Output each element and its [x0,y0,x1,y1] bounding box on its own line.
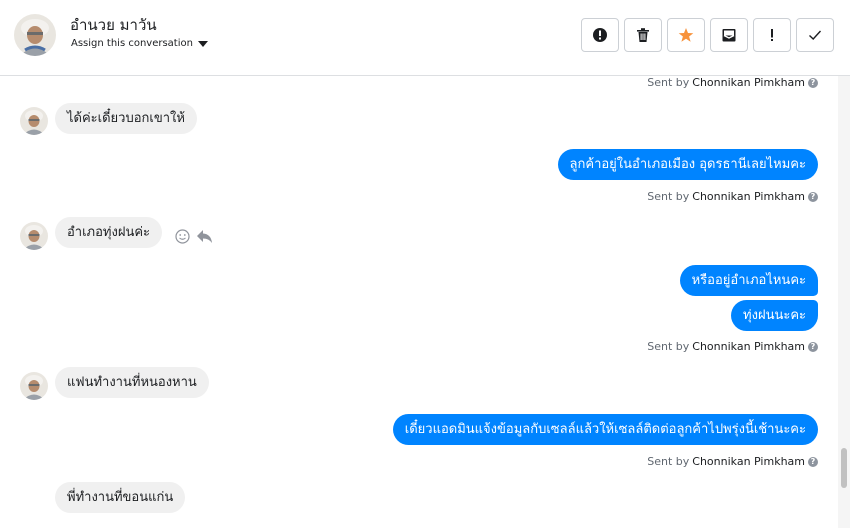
conversation-header: อำนวย มาวัน Assign this conversation [0,0,850,76]
archive-button[interactable] [710,18,748,52]
sent-by-label: Sent by Chonnikan Pimkham ? [647,455,818,468]
incoming-message[interactable]: อำเภอทุ่งฝนค่ะ [55,217,163,248]
contact-name: อำนวย มาวัน [70,16,157,34]
contact-avatar-small [20,107,48,135]
conversation-toolbar [581,18,834,52]
trash-icon [637,28,649,42]
assign-conversation-dropdown[interactable]: Assign this conversation [71,38,208,49]
inbox-icon [722,29,736,42]
delete-button[interactable] [624,18,662,52]
message-actions [175,229,213,244]
reply-icon[interactable] [196,229,213,244]
emoji-reaction-icon[interactable] [175,229,190,244]
thread-scrollbar[interactable] [838,76,850,528]
help-icon[interactable]: ? [808,456,818,467]
caret-down-icon [197,40,208,47]
sent-by-label: Sent by Chonnikan Pimkham ? [647,340,818,353]
outgoing-message[interactable]: ลูกค้าอยู่ในอำเภอเมือง อุดรธานีเลยไหมคะ [557,149,818,180]
incoming-message[interactable]: พี่ทำงานที่ขอนแก่น [55,482,186,513]
outgoing-message[interactable]: ทุ่งฝนนะคะ [731,300,818,331]
assign-label: Assign this conversation [71,38,193,49]
help-icon[interactable]: ? [808,191,818,202]
outgoing-message[interactable]: เดี๋ยวแอดมินแจ้งข้อมูลกับเซลล์แล้วให้เซล… [392,414,818,445]
outgoing-message[interactable]: หรืออยู่อำเภอไหนคะ [679,265,818,296]
contact-avatar[interactable] [14,14,56,56]
incoming-message[interactable]: แฟนทำงานที่หนองหาน [55,367,209,398]
check-icon [809,30,822,40]
exclamation-icon [771,29,773,41]
star-button[interactable] [667,18,705,52]
sent-by-label: Sent by Chonnikan Pimkham ? [647,76,818,89]
message-thread[interactable]: Sent by Chonnikan Pimkham ? ได้ค่ะเดี๋ยว… [0,76,838,528]
done-button[interactable] [796,18,834,52]
mark-important-button[interactable] [753,18,791,52]
scrollbar-thumb[interactable] [841,448,847,488]
help-icon[interactable]: ? [808,341,818,352]
star-icon [678,28,694,42]
contact-avatar-small [20,222,48,250]
report-button[interactable] [581,18,619,52]
help-icon[interactable]: ? [808,77,818,88]
incoming-message[interactable]: ได้ค่ะเดี๋ยวบอกเขาให้ [55,103,197,134]
sent-by-label: Sent by Chonnikan Pimkham ? [647,190,818,203]
contact-avatar-small [20,372,48,400]
alert-circle-icon [593,28,607,42]
